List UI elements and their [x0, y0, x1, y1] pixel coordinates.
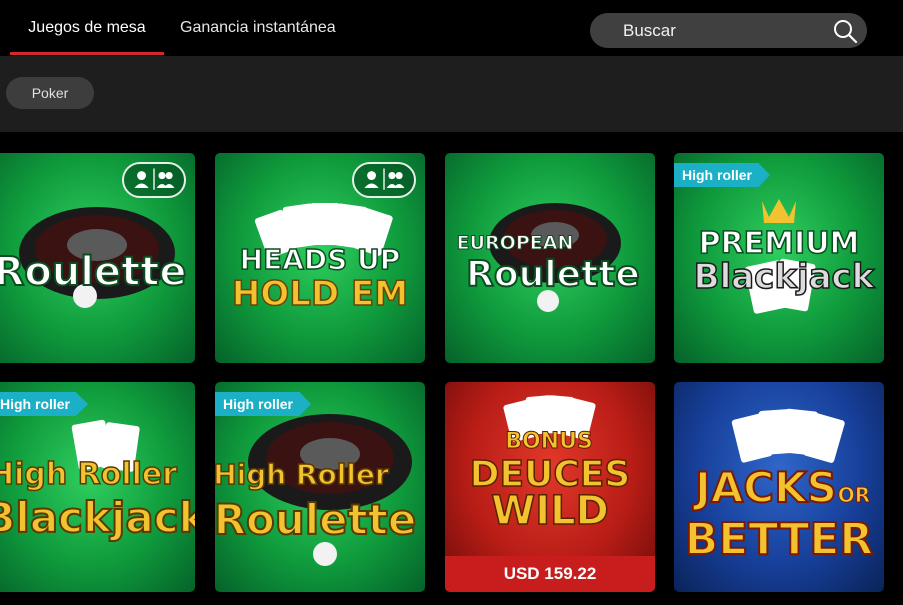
game-title-line-1: JACKS: [692, 463, 837, 512]
tab-label: Juegos de mesa: [28, 19, 146, 36]
game-tile-premium-blackjack[interactable]: PREMIUM Blackjack High roller: [674, 153, 884, 363]
game-tile-heads-up-hold-em[interactable]: HEADS UP HOLD EM: [215, 153, 425, 363]
game-title-line-2: Blackjack: [0, 493, 195, 542]
multiplayer-badge: [352, 162, 416, 198]
game-title-line-1: BONUS: [505, 429, 593, 454]
crown-icon: [762, 199, 796, 223]
game-title-line-2: HOLD EM: [232, 274, 408, 314]
search-placeholder: Buscar: [623, 21, 676, 40]
game-title-line-1: EUROPEAN: [457, 232, 574, 254]
top-navigation: Juegos de mesa Ganancia instantánea Busc…: [0, 0, 903, 56]
game-title-line-2: Roulette: [215, 495, 416, 544]
game-tile-high-roller-roulette[interactable]: High Roller Roulette High roller: [215, 382, 425, 592]
game-tile-roulette[interactable]: Roulette: [0, 153, 195, 363]
tab-label: Ganancia instantánea: [180, 19, 336, 36]
multiplayer-badge: [122, 162, 186, 198]
game-title-line-2: Blackjack: [694, 257, 876, 297]
game-title-line-2: Roulette: [466, 254, 640, 295]
multiplayer-icon: [134, 168, 175, 190]
active-tab-underline: [10, 52, 164, 55]
game-title-line-2: OR: [838, 483, 870, 507]
game-title-line-1: High Roller: [215, 458, 389, 491]
game-title-line-3: BETTER: [685, 514, 874, 565]
game-tile-european-roulette[interactable]: EUROPEAN Roulette: [445, 153, 655, 363]
game-tile-high-roller-blackjack[interactable]: High Roller Blackjack High roller: [0, 382, 195, 592]
game-title-line-1: HEADS UP: [240, 243, 401, 276]
game-artwork: EUROPEAN Roulette: [456, 203, 641, 312]
game-title: Roulette: [0, 249, 186, 295]
tab-juegos-de-mesa[interactable]: Juegos de mesa: [10, 0, 164, 56]
filter-chip-poker[interactable]: Poker: [6, 77, 94, 109]
search-icon[interactable]: [832, 18, 858, 44]
game-artwork: JACKS OR BETTER: [684, 408, 874, 566]
game-tile-jacks-or-better[interactable]: JACKS OR BETTER: [674, 382, 884, 592]
high-roller-badge: High roller: [0, 392, 89, 416]
game-tile-bonus-deuces-wild[interactable]: BONUS DEUCES WILD USD 159.22: [445, 382, 655, 592]
game-title-line-1: PREMIUM: [699, 226, 860, 261]
filter-bar: Poker: [0, 56, 903, 132]
jackpot-price-bar: USD 159.22: [445, 556, 655, 592]
filter-chip-label: Poker: [31, 85, 69, 101]
search-input[interactable]: Buscar: [590, 13, 867, 48]
tab-ganancia-instantanea[interactable]: Ganancia instantánea: [180, 0, 336, 56]
game-title-line-3: WILD: [491, 488, 609, 534]
multiplayer-icon: [364, 168, 405, 190]
game-title-line-1: High Roller: [0, 457, 177, 492]
high-roller-badge: High roller: [215, 392, 312, 416]
high-roller-badge: High roller: [674, 163, 771, 187]
